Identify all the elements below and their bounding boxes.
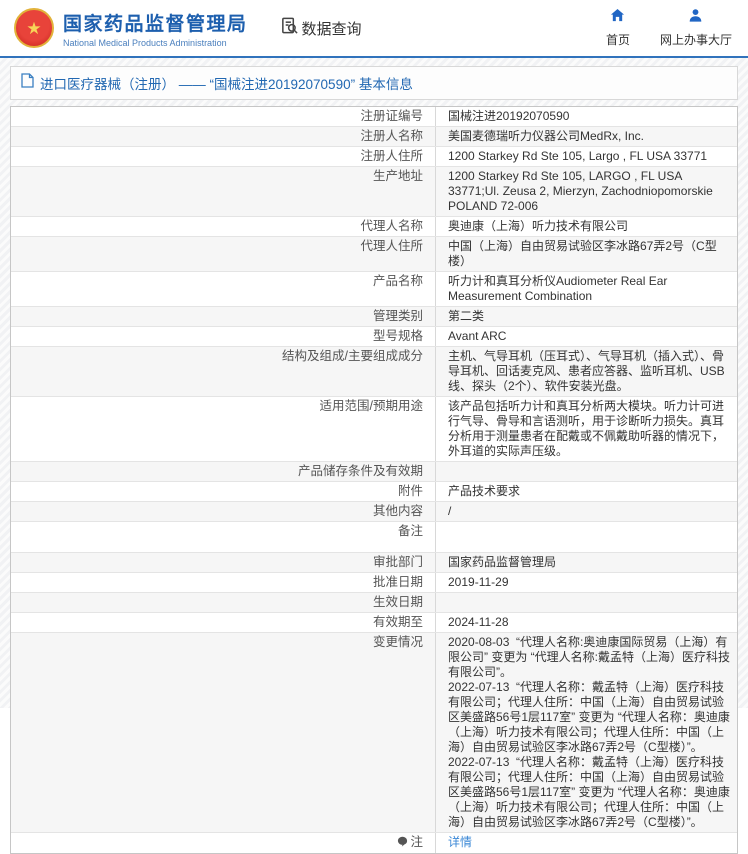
table-row: 批准日期2019-11-29 [11,573,737,593]
row-value: 2024-11-28 [436,613,737,632]
data-query-label: 数据查询 [302,18,362,39]
row-value: 1200 Starkey Rd Ste 105, LARGO , FL USA … [436,167,737,216]
row-value: 美国麦德瑞听力仪器公司MedRx, Inc. [436,127,737,146]
table-row: 有效期至2024-11-28 [11,613,737,633]
row-label: 批准日期 [11,573,436,592]
person-icon [688,8,703,28]
table-row: 产品储存条件及有效期 [11,462,737,482]
table-row: 适用范围/预期用途该产品包括听力计和真耳分析两大模块。听力计可进行气导、骨导和言… [11,397,737,462]
table-row: 注详情 [11,833,737,853]
brand-title-en: National Medical Products Administration [63,38,248,48]
table-row: 变更情况2020-08-03 “代理人名称:奥迪康国际贸易（上海）有限公司” 变… [11,633,737,833]
table-row: 附件产品技术要求 [11,482,737,502]
row-label: 附件 [11,482,436,501]
table-row: 备注 [11,522,737,553]
table-row: 结构及组成/主要组成成分主机、气导耳机（压耳式）、气导耳机（插入式）、骨导耳机、… [11,347,737,397]
data-query-menu[interactable]: 数据查询 [280,16,362,40]
table-row: 注册人名称美国麦德瑞听力仪器公司MedRx, Inc. [11,127,737,147]
nav-item-label: 首页 [606,31,630,48]
row-value: 产品技术要求 [436,482,737,501]
main-content: 进口医疗器械（注册） —— “国械注进20192070590” 基本信息 注册证… [0,58,748,708]
row-label: 变更情况 [11,633,436,832]
nav-item-home[interactable]: 首页 [606,8,630,48]
table-row: 产品名称听力计和真耳分析仪Audiometer Real Ear Measure… [11,272,737,307]
brand-logo[interactable]: ★ 国家药品监督管理局 National Medical Products Ad… [14,8,248,48]
row-label: 代理人住所 [11,237,436,271]
row-value: 第二类 [436,307,737,326]
table-row: 生效日期 [11,593,737,613]
row-value: 该产品包括听力计和真耳分析两大模块。听力计可进行气导、骨导和言语测听，用于诊断听… [436,397,737,461]
row-value [436,522,737,552]
row-label: 代理人名称 [11,217,436,236]
page-title: 进口医疗器械（注册） —— “国械注进20192070590” 基本信息 [40,73,413,93]
row-label: 产品储存条件及有效期 [11,462,436,481]
row-value: 2019-11-29 [436,573,737,592]
row-label: 注册证编号 [11,107,436,126]
row-value: Avant ARC [436,327,737,346]
row-value: 1200 Starkey Rd Ste 105, Largo , FL USA … [436,147,737,166]
top-nav: 首页 网上办事大厅 [606,8,736,48]
data-search-icon [280,16,299,40]
table-row: 注册证编号国械注进20192070590 [11,107,737,127]
national-emblem-icon: ★ [14,8,54,48]
row-value [436,462,737,481]
table-row: 代理人住所中国（上海）自由贸易试验区李冰路67弄2号（C型楼） [11,237,737,272]
document-icon [21,73,34,93]
table-row: 注册人住所1200 Starkey Rd Ste 105, Largo , FL… [11,147,737,167]
row-label: 审批部门 [11,553,436,572]
row-value: 国械注进20192070590 [436,107,737,126]
row-value: 国家药品监督管理局 [436,553,737,572]
detail-link[interactable]: 详情 [448,835,472,849]
row-label: 注册人名称 [11,127,436,146]
row-label: 注 [11,833,436,853]
home-icon [610,8,625,28]
row-value: 听力计和真耳分析仪Audiometer Real Ear Measurement… [436,272,737,306]
nav-item-service-hall[interactable]: 网上办事大厅 [660,8,732,48]
row-label: 注册人住所 [11,147,436,166]
row-value: 中国（上海）自由贸易试验区李冰路67弄2号（C型楼） [436,237,737,271]
table-row: 型号规格Avant ARC [11,327,737,347]
row-value [436,593,737,612]
row-value: 详情 [436,833,737,853]
table-row: 审批部门国家药品监督管理局 [11,553,737,573]
note-icon [397,836,408,851]
table-row: 代理人名称奥迪康（上海）听力技术有限公司 [11,217,737,237]
row-label: 有效期至 [11,613,436,632]
row-value: / [436,502,737,521]
row-label: 其他内容 [11,502,436,521]
nav-item-label: 网上办事大厅 [660,31,732,48]
brand-title-cn: 国家药品监督管理局 [63,9,248,36]
info-table: 注册证编号国械注进20192070590注册人名称美国麦德瑞听力仪器公司MedR… [10,106,738,854]
table-row: 管理类别第二类 [11,307,737,327]
row-label: 生产地址 [11,167,436,216]
top-header: ★ 国家药品监督管理局 National Medical Products Ad… [0,0,748,58]
row-label: 适用范围/预期用途 [11,397,436,461]
brand-text: 国家药品监督管理局 National Medical Products Admi… [63,9,248,48]
page-title-bar: 进口医疗器械（注册） —— “国械注进20192070590” 基本信息 [10,66,738,100]
row-value: 主机、气导耳机（压耳式）、气导耳机（插入式）、骨导耳机、回话麦克风、患者应答器、… [436,347,737,396]
row-label: 管理类别 [11,307,436,326]
row-label: 结构及组成/主要组成成分 [11,347,436,396]
row-label: 生效日期 [11,593,436,612]
row-value: 奥迪康（上海）听力技术有限公司 [436,217,737,236]
table-row: 生产地址1200 Starkey Rd Ste 105, LARGO , FL … [11,167,737,217]
row-label: 备注 [11,522,436,552]
row-label: 型号规格 [11,327,436,346]
row-label: 产品名称 [11,272,436,306]
table-row: 其他内容/ [11,502,737,522]
row-value: 2020-08-03 “代理人名称:奥迪康国际贸易（上海）有限公司” 变更为 “… [436,633,737,832]
